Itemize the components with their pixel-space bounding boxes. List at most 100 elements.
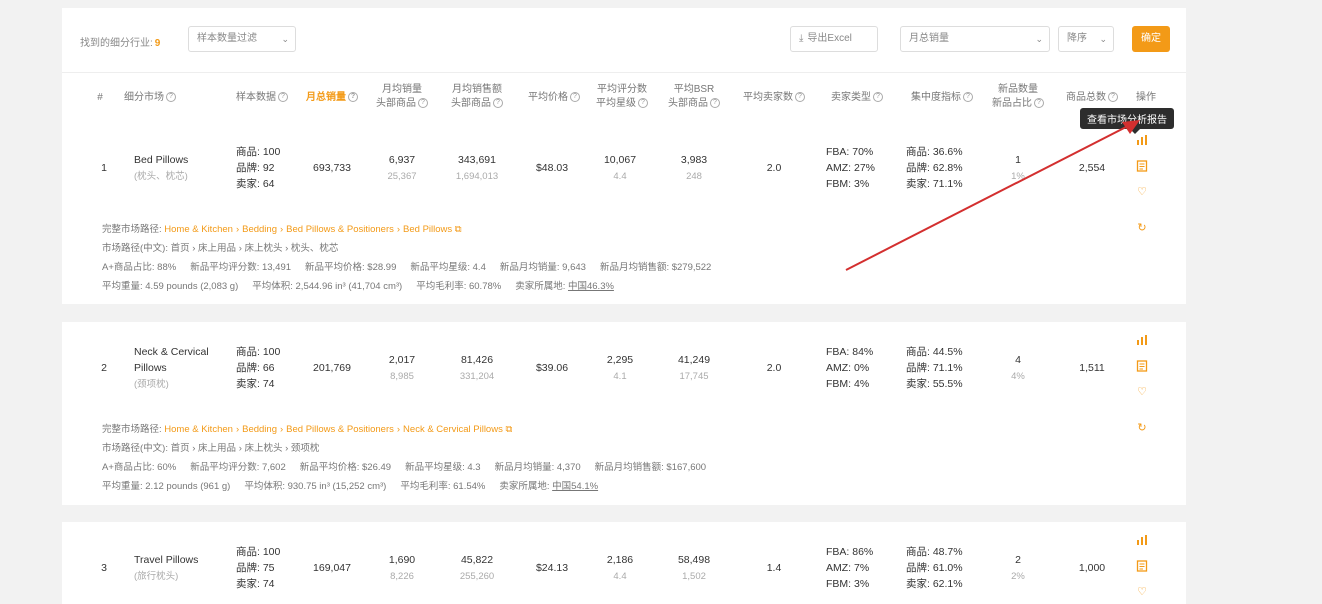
- market-path: 完整市场路径: Home & Kitchen › Bedding › Bed Pillo…: [102, 224, 462, 235]
- stat-margin: 平均毛利率: 61.54%: [400, 481, 486, 492]
- col-total-products-label: 商品总数: [1066, 92, 1106, 103]
- col-avg-price[interactable]: 平均价格?: [528, 91, 580, 105]
- bar-chart-icon[interactable]: [1136, 134, 1148, 146]
- path-segment[interactable]: Bed Pillows & Positioners: [286, 224, 394, 235]
- col-sample[interactable]: 样本数据?: [236, 91, 288, 105]
- avg-sellers-value: 2.0: [766, 362, 782, 374]
- favorite-heart-icon[interactable]: ♡: [1136, 386, 1148, 398]
- stat-new-sales: 新品月均销量: 4,370: [494, 462, 581, 473]
- external-link-icon[interactable]: ⧉: [505, 424, 512, 435]
- market-name-cn: (颈项枕): [134, 379, 169, 390]
- table-row: 1 Bed Pillows (枕头、枕芯) 商品: 100 品牌: 92 卖家: 64…: [62, 122, 1186, 304]
- concentration-products: 商品: 44.5%: [906, 346, 963, 358]
- col-avg-bsr-label: 平均BSR: [673, 84, 715, 95]
- col-index: #: [97, 92, 103, 103]
- sample-filter-select[interactable]: 样本数量过滤 ⌄: [188, 26, 296, 52]
- new-ratio: 2%: [1011, 571, 1025, 582]
- col-new-products[interactable]: 新品数量 新品占比?: [992, 83, 1044, 111]
- new-products-value: 2 2%: [1011, 552, 1025, 585]
- seller-fbm: FBM: 3%: [826, 578, 870, 590]
- avg-revenue-main: 343,691: [458, 154, 496, 166]
- new-products-value: 1 1%: [1011, 152, 1025, 185]
- stat-new-rating: 新品平均星级: 4.3: [405, 462, 481, 473]
- market-name[interactable]: Neck & Cervical Pillows (颈项枕): [134, 344, 209, 393]
- help-icon[interactable]: ?: [795, 92, 805, 103]
- help-icon[interactable]: ?: [638, 98, 648, 109]
- path-segment[interactable]: Bedding: [242, 224, 277, 235]
- market-path: 完整市场路径: Home & Kitchen › Bedding › Bed Pillo…: [102, 424, 513, 435]
- help-icon[interactable]: ?: [348, 92, 358, 103]
- stat-origin-link[interactable]: 中国54.1%: [552, 481, 598, 492]
- col-total-products[interactable]: 商品总数?: [1066, 91, 1118, 105]
- avg-revenue-top: 255,260: [459, 571, 495, 582]
- bar-chart-icon[interactable]: [1136, 534, 1148, 546]
- help-icon[interactable]: ?: [493, 98, 503, 109]
- sample-filter-value: 样本数量过滤: [197, 33, 257, 44]
- col-market[interactable]: 细分市场?: [124, 91, 176, 105]
- favorite-heart-icon[interactable]: ♡: [1136, 586, 1148, 598]
- avg-sellers-value: 1.4: [766, 562, 782, 574]
- col-actions: 操作: [1136, 92, 1156, 103]
- col-concentration[interactable]: 集中度指标?: [911, 91, 973, 105]
- sort-metric-select[interactable]: 月总销量 ⌄: [900, 26, 1050, 52]
- help-icon[interactable]: ?: [278, 92, 288, 103]
- market-name[interactable]: Travel Pillows (旅行枕头): [134, 552, 198, 585]
- sample-brands: 品牌: 75: [236, 562, 275, 574]
- path-segment[interactable]: Home & Kitchen: [164, 424, 233, 435]
- stat-new-reviews: 新品平均评分数: 7,602: [190, 462, 286, 473]
- stat-origin-link[interactable]: 中国46.3%: [568, 281, 614, 292]
- help-icon[interactable]: ?: [963, 92, 973, 103]
- col-avg-sales[interactable]: 月均销量 头部商品?: [376, 83, 428, 111]
- sort-order-select[interactable]: 降序 ⌄: [1058, 26, 1114, 52]
- stat-weight: 平均重量: 4.59 pounds (2,083 g): [102, 281, 239, 292]
- help-icon[interactable]: ?: [570, 92, 580, 103]
- col-new-products-sub: 新品占比: [992, 98, 1032, 109]
- stat-origin-label: 卖家所属地:: [499, 481, 550, 492]
- chevron-down-icon: ⌄: [1035, 34, 1043, 44]
- monthly-sales-value: 201,769: [313, 362, 351, 374]
- toolbar: 找到的细分行业: 9 样本数量过滤 ⌄ ⤓ 导出Excel 月总销量 ⌄ 降序 ⌄ 确定: [62, 8, 1186, 72]
- help-icon[interactable]: ?: [710, 98, 720, 109]
- col-avg-review[interactable]: 平均评分数 平均星级?: [596, 83, 648, 111]
- col-monthly-sales[interactable]: 月总销量?: [306, 91, 358, 105]
- path-segment[interactable]: Bed Pillows: [403, 224, 452, 235]
- report-icon[interactable]: [1136, 160, 1148, 172]
- favorite-heart-icon[interactable]: ♡: [1136, 186, 1148, 198]
- export-excel-button[interactable]: ⤓ 导出Excel: [790, 26, 878, 52]
- confirm-button[interactable]: 确定: [1132, 26, 1170, 52]
- bar-chart-icon[interactable]: [1136, 334, 1148, 346]
- avg-sales-top: 8,985: [390, 371, 414, 382]
- report-icon[interactable]: [1136, 360, 1148, 372]
- path-segment[interactable]: Home & Kitchen: [164, 224, 233, 235]
- col-avg-bsr[interactable]: 平均BSR 头部商品?: [668, 83, 720, 111]
- help-icon[interactable]: ?: [166, 92, 176, 103]
- path-segment[interactable]: Neck & Cervical Pillows: [403, 424, 503, 435]
- col-seller-type-label: 卖家类型: [831, 92, 871, 103]
- col-avg-sellers[interactable]: 平均卖家数?: [743, 91, 805, 105]
- help-icon[interactable]: ?: [873, 92, 883, 103]
- seller-type-value: FBA: 84% AMZ: 0% FBM: 4%: [826, 344, 873, 392]
- help-icon[interactable]: ?: [418, 98, 428, 109]
- refresh-icon[interactable]: ↻: [1136, 422, 1148, 434]
- path-segment[interactable]: Bed Pillows & Positioners: [286, 424, 394, 435]
- avg-revenue-value: 45,822 255,260: [460, 552, 494, 585]
- concentration-products: 商品: 48.7%: [906, 546, 963, 558]
- col-seller-type[interactable]: 卖家类型?: [831, 91, 883, 105]
- report-icon[interactable]: [1136, 560, 1148, 572]
- new-product-stats: A+商品占比: 88% 新品平均评分数: 13,491 新品平均价格: $28.99…: [102, 262, 725, 274]
- seller-amz: AMZ: 0%: [826, 362, 870, 374]
- seller-fba: FBA: 84%: [826, 346, 874, 358]
- col-avg-revenue[interactable]: 月均销售额 头部商品?: [451, 83, 503, 111]
- market-name-cn: (枕头、枕芯): [134, 171, 188, 182]
- market-name[interactable]: Bed Pillows (枕头、枕芯): [134, 152, 188, 185]
- help-icon[interactable]: ?: [1034, 98, 1044, 109]
- concentration-brands: 品牌: 62.8%: [906, 162, 963, 174]
- help-icon[interactable]: ?: [1108, 92, 1118, 103]
- external-link-icon[interactable]: ⧉: [455, 224, 462, 235]
- refresh-icon[interactable]: ↻: [1136, 222, 1148, 234]
- concentration-brands: 品牌: 61.0%: [906, 562, 963, 574]
- avg-bsr-value: 41,249 17,745: [678, 352, 710, 385]
- avg-rating: 4.4: [613, 571, 627, 582]
- path-segment[interactable]: Bedding: [242, 424, 277, 435]
- avg-rating: 4.1: [613, 371, 627, 382]
